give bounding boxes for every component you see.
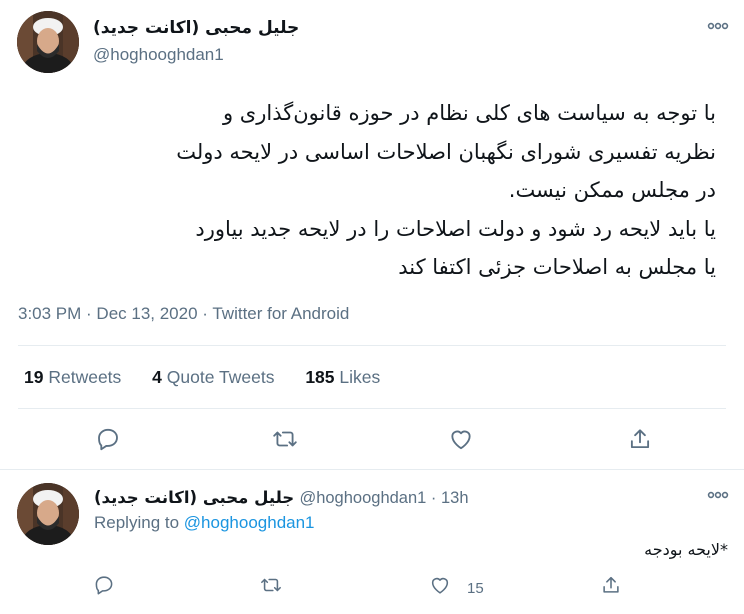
replying-prefix: Replying to bbox=[94, 513, 180, 532]
retweet-icon[interactable] bbox=[260, 574, 282, 596]
replying-to: Replying to @hoghooghdan1 bbox=[94, 513, 315, 533]
avatar[interactable] bbox=[17, 11, 79, 73]
likes-count: 185 bbox=[305, 367, 335, 387]
like-icon[interactable] bbox=[429, 574, 451, 596]
likes-label: Likes bbox=[339, 367, 381, 387]
reply-text: *لایحه بودجه bbox=[644, 540, 728, 559]
reply-header: جلیل محبی (اکانت جدید) @hoghooghdan1 · 1… bbox=[94, 488, 469, 508]
retweets-count: 19 bbox=[24, 367, 44, 387]
reply-handle-time[interactable]: @hoghooghdan1 · 13h bbox=[299, 489, 468, 507]
more-options-icon[interactable] bbox=[703, 18, 733, 34]
tweet-timestamp[interactable]: 3:03 PM · Dec 13, 2020 · Twitter for And… bbox=[18, 304, 349, 324]
more-options-icon[interactable] bbox=[703, 487, 733, 503]
avatar[interactable] bbox=[17, 483, 79, 545]
tweet-stats: 19 Retweets 4 Quote Tweets 185 Likes bbox=[24, 367, 406, 388]
quote-tweets-stat[interactable]: 4 Quote Tweets bbox=[152, 367, 274, 388]
divider bbox=[18, 408, 726, 409]
quotes-label: Quote Tweets bbox=[166, 367, 275, 387]
main-tweet: جلیل محبی (اکانت جدید) @hoghooghdan1 با … bbox=[0, 0, 744, 470]
reply-like-count: 15 bbox=[467, 580, 484, 597]
quotes-count: 4 bbox=[152, 367, 162, 387]
share-icon[interactable] bbox=[600, 574, 622, 596]
likes-stat[interactable]: 185 Likes bbox=[305, 367, 380, 388]
retweets-label: Retweets bbox=[48, 367, 122, 387]
replying-handle-link[interactable]: @hoghooghdan1 bbox=[184, 513, 315, 532]
divider bbox=[18, 345, 726, 346]
author-handle[interactable]: @hoghooghdan1 bbox=[93, 45, 224, 65]
retweets-stat[interactable]: 19 Retweets bbox=[24, 367, 121, 388]
reply-author-name[interactable]: جلیل محبی (اکانت جدید) bbox=[94, 488, 294, 507]
reply-icon[interactable] bbox=[95, 426, 121, 452]
like-icon[interactable] bbox=[448, 426, 474, 452]
reply-icon[interactable] bbox=[93, 574, 115, 596]
author-name[interactable]: جلیل محبی (اکانت جدید) bbox=[93, 18, 299, 38]
tweet-text: با توجه به سیاست های کلی نظام در حوزه قا… bbox=[176, 101, 716, 279]
share-icon[interactable] bbox=[627, 426, 653, 452]
retweet-icon[interactable] bbox=[272, 426, 298, 452]
